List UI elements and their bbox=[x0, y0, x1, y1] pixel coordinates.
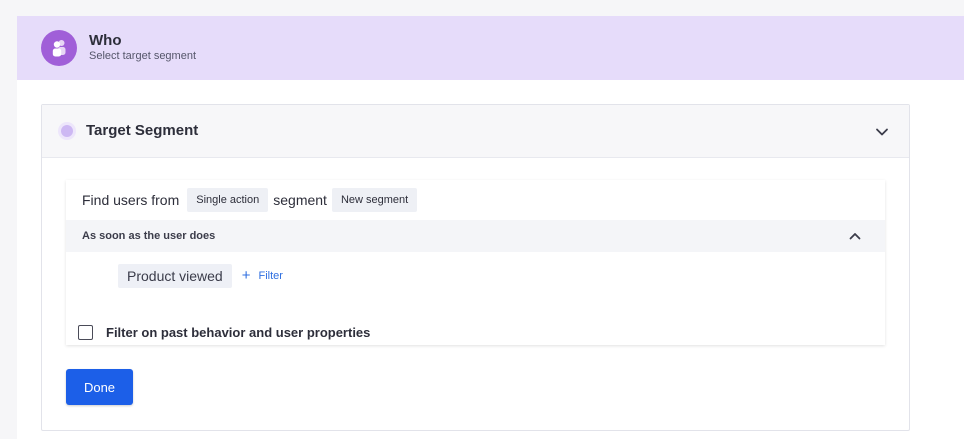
users-group-icon bbox=[41, 30, 77, 66]
event-chip[interactable]: Product viewed bbox=[118, 264, 232, 288]
target-segment-title: Target Segment bbox=[86, 122, 199, 139]
who-title: Who bbox=[89, 32, 122, 49]
event-row: Product viewed + Filter bbox=[118, 264, 283, 288]
who-subtitle: Select target segment bbox=[89, 50, 197, 62]
who-header: Who Select target segment bbox=[17, 16, 964, 80]
chevron-up-icon[interactable] bbox=[848, 229, 862, 243]
target-segment-panel: Target Segment Find users from Single ac… bbox=[41, 104, 910, 431]
past-behavior-checkbox[interactable] bbox=[78, 324, 93, 340]
add-filter-label: Filter bbox=[258, 270, 283, 282]
segment-builder: Find users from Single action segment Ne… bbox=[66, 180, 885, 345]
past-behavior-label: Filter on past behavior and user propert… bbox=[106, 324, 371, 340]
add-filter-button[interactable]: + Filter bbox=[241, 267, 283, 284]
who-card: Who Select target segment Target Segment… bbox=[17, 16, 964, 439]
plus-icon: + bbox=[241, 267, 251, 284]
target-segment-header[interactable]: Target Segment bbox=[42, 105, 909, 158]
find-users-row: Find users from Single action segment Ne… bbox=[82, 188, 422, 212]
find-users-label: Find users from bbox=[82, 192, 180, 208]
chevron-down-icon[interactable] bbox=[874, 124, 890, 140]
done-button[interactable]: Done bbox=[66, 369, 133, 405]
as-soon-label: As soon as the user does bbox=[82, 230, 216, 242]
past-behavior-row: Filter on past behavior and user propert… bbox=[78, 324, 370, 340]
segment-word: segment bbox=[273, 192, 327, 208]
as-soon-section[interactable]: As soon as the user does bbox=[66, 220, 885, 252]
segment-status-icon bbox=[58, 122, 76, 140]
segment-type-dropdown[interactable]: Single action bbox=[187, 188, 269, 212]
segment-name-chip[interactable]: New segment bbox=[331, 188, 418, 212]
